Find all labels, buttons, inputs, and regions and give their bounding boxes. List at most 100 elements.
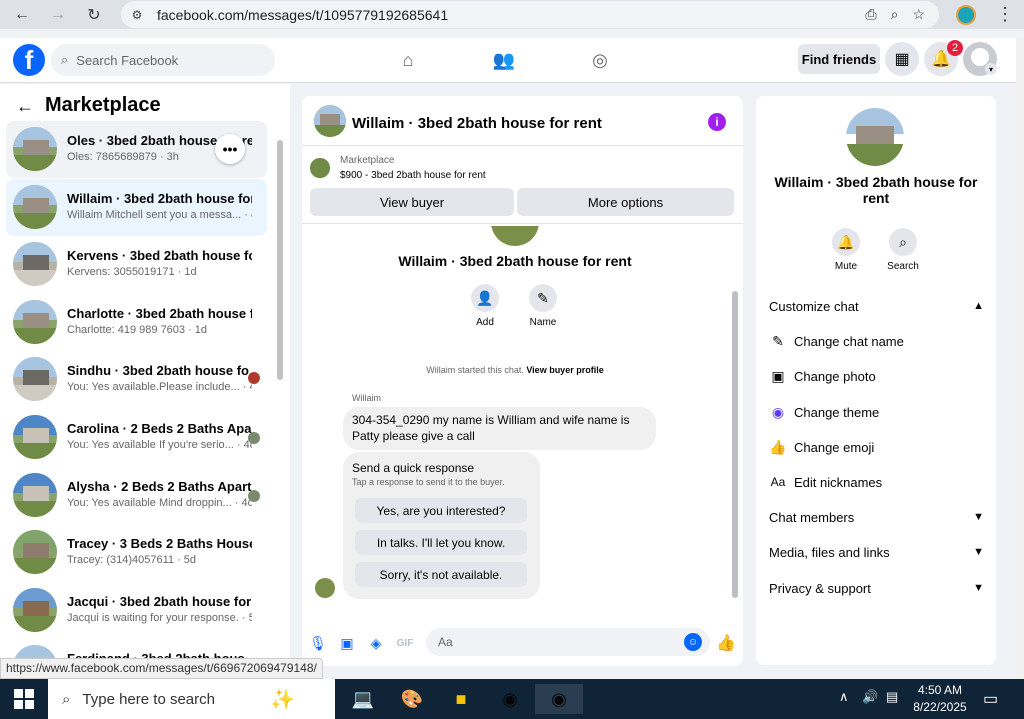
privacy-support-section[interactable]: Privacy & support ▼ bbox=[769, 578, 984, 598]
list-scrollbar[interactable] bbox=[277, 140, 283, 380]
chat-scrollbar[interactable] bbox=[732, 291, 738, 598]
add-person-icon[interactable]: 👤 bbox=[471, 284, 499, 312]
forward-icon[interactable]: → bbox=[47, 4, 69, 26]
facebook-logo-icon[interactable]: f bbox=[13, 44, 45, 76]
clock-time: 4:50 AM bbox=[917, 683, 963, 697]
home-icon[interactable]: ⌂ bbox=[396, 48, 420, 72]
chat-title[interactable]: Willaim · 3bed 2bath house for rent bbox=[352, 115, 602, 132]
change-chat-name-item[interactable]: ✎ Change chat name bbox=[769, 331, 984, 351]
conversation-name: Alysha · 2 Beds 2 Baths Apart... bbox=[67, 479, 252, 494]
conversation-name: Kervens · 3bed 2bath house for ... bbox=[67, 248, 252, 263]
notification-center-icon[interactable]: ▭ bbox=[983, 689, 998, 709]
search-icon: ⌕ bbox=[61, 52, 69, 67]
groups-icon[interactable]: ◎ bbox=[588, 48, 612, 72]
photo-icon[interactable]: ▣ bbox=[338, 634, 356, 652]
pencil-icon[interactable]: ✎ bbox=[529, 284, 557, 312]
computer-app-icon[interactable]: 💻 bbox=[348, 684, 378, 714]
bell-icon[interactable]: 🔔 bbox=[832, 228, 860, 256]
list-item[interactable]: Alysha · 2 Beds 2 Baths Apart... You: Ye… bbox=[6, 467, 267, 524]
chrome-profile-k-icon[interactable]: ◉ bbox=[495, 684, 525, 714]
url-text[interactable]: facebook.com/messages/t/1095779192685641 bbox=[157, 7, 448, 23]
chevron-down-icon: ▼ bbox=[973, 511, 984, 523]
search-icon[interactable]: ⌕ bbox=[889, 228, 917, 256]
change-emoji-item[interactable]: 👍 Change emoji bbox=[769, 437, 984, 457]
listing-thumbnail bbox=[13, 357, 57, 401]
media-files-section[interactable]: Media, files and links ▼ bbox=[769, 542, 984, 562]
list-item[interactable]: Jacqui · 3bed 2bath house for r... Jacqu… bbox=[6, 582, 267, 639]
listing-thumbnail bbox=[13, 588, 57, 632]
menu-grid-icon[interactable]: ▦ bbox=[885, 42, 919, 76]
find-friends-button[interactable]: Find friends bbox=[798, 44, 880, 74]
clock-date: 8/22/2025 bbox=[913, 700, 967, 714]
list-item[interactable]: Carolina · 2 Beds 2 Baths Apa... You: Ye… bbox=[6, 409, 267, 466]
quick-response-title: Send a quick response bbox=[352, 461, 475, 475]
volume-icon[interactable]: 🔊 bbox=[862, 689, 878, 705]
change-photo-item[interactable]: ▣ Change photo bbox=[769, 366, 984, 386]
message-input[interactable]: Aa bbox=[426, 628, 710, 656]
sticker-icon[interactable]: ◈ bbox=[367, 634, 385, 652]
paint-app-icon[interactable]: 🎨 bbox=[397, 684, 427, 714]
page-scrollbar[interactable] bbox=[1016, 38, 1024, 679]
site-info-icon[interactable]: ⚙ bbox=[129, 7, 145, 23]
mute-label: Mute bbox=[834, 261, 858, 272]
microphone-icon[interactable]: 🎙 bbox=[309, 634, 327, 652]
chevron-up-icon[interactable]: ∧ bbox=[839, 689, 849, 705]
list-item[interactable]: Charlotte · 3bed 2bath house fo... Charl… bbox=[6, 294, 267, 351]
listing-title[interactable]: $900 - 3bed 2bath house for rent bbox=[340, 170, 486, 181]
view-buyer-profile-link[interactable]: View buyer profile bbox=[526, 365, 603, 375]
search-input[interactable]: ⌕ Search Facebook bbox=[51, 44, 275, 76]
edit-nicknames-item[interactable]: Aa Edit nicknames bbox=[769, 472, 984, 492]
list-item[interactable]: Kervens · 3bed 2bath house for ... Kerve… bbox=[6, 236, 267, 293]
conversation-preview: Jacqui is waiting for your response. · 5… bbox=[67, 612, 252, 624]
list-item[interactable]: Tracey · 3 Beds 2 Baths House Tracey: (3… bbox=[6, 524, 267, 581]
chevron-down-icon: ▼ bbox=[973, 546, 984, 558]
thumbs-up-icon[interactable]: 👍 bbox=[716, 634, 736, 652]
quick-response-card: Send a quick response Tap a response to … bbox=[343, 452, 540, 599]
windows-start-icon[interactable] bbox=[14, 689, 34, 709]
taskbar-search-input[interactable]: ⌕ Type here to search ✨ bbox=[48, 679, 335, 719]
add-label: Add bbox=[476, 317, 494, 328]
reload-icon[interactable]: ↻ bbox=[83, 4, 105, 26]
customize-chat-section[interactable]: Customize chat ▲ bbox=[769, 296, 984, 316]
chevron-down-icon[interactable]: ▾ bbox=[985, 63, 997, 75]
back-icon[interactable]: ← bbox=[11, 4, 33, 26]
quick-reply-button[interactable]: Sorry, it's not available. bbox=[355, 562, 527, 587]
install-icon[interactable]: ⎙ bbox=[865, 6, 876, 23]
list-item[interactable]: Oles · 3bed 2bath house for rent Oles: 7… bbox=[6, 121, 267, 178]
gif-icon[interactable]: GIF bbox=[396, 634, 414, 652]
facebook-header: f ⌕ Search Facebook ⌂ 👥 ◎ Find friends ▦… bbox=[0, 38, 1016, 83]
conversation-name: Tracey · 3 Beds 2 Baths House bbox=[67, 536, 252, 551]
info-icon[interactable]: i bbox=[708, 113, 726, 131]
back-arrow-icon[interactable]: ← bbox=[16, 96, 34, 117]
change-theme-item[interactable]: ◉ Change theme bbox=[769, 402, 984, 422]
list-item[interactable]: Sindhu · 3bed 2bath house fo... You: Yes… bbox=[6, 351, 267, 408]
chat-members-section[interactable]: Chat members ▼ bbox=[769, 507, 984, 527]
more-options-icon[interactable]: ••• bbox=[215, 134, 245, 164]
zoom-icon[interactable]: ⌕ bbox=[891, 6, 899, 23]
browser-profile-icon[interactable] bbox=[956, 5, 976, 25]
system-clock[interactable]: 4:50 AM 8/22/2025 bbox=[905, 682, 975, 716]
address-bar[interactable]: ⚙ facebook.com/messages/t/10957791926856… bbox=[121, 1, 939, 28]
more-options-button[interactable]: More options bbox=[517, 188, 734, 216]
listing-thumbnail bbox=[13, 473, 57, 517]
quick-reply-button[interactable]: Yes, are you interested? bbox=[355, 498, 527, 523]
link-preview-status: https://www.facebook.com/messages/t/6696… bbox=[0, 658, 323, 679]
composer: 🎙 ▣ ◈ GIF Aa ☺ 👍 bbox=[302, 624, 743, 666]
chat-thumbnail[interactable] bbox=[314, 105, 346, 137]
list-item[interactable]: Willaim · 3bed 2bath house for ... Willa… bbox=[6, 179, 267, 236]
browser-menu-icon[interactable]: ⋮ bbox=[996, 4, 1014, 25]
view-buyer-button[interactable]: View buyer bbox=[310, 188, 514, 216]
chrome-active-icon[interactable]: ◉ bbox=[535, 684, 583, 714]
emoji-icon[interactable]: ☺ bbox=[684, 633, 702, 651]
friends-icon[interactable]: 👥 bbox=[492, 48, 516, 72]
thumbs-up-icon: 👍 bbox=[769, 438, 787, 455]
theme-icon: ◉ bbox=[771, 403, 785, 420]
chat-avatar-large[interactable] bbox=[846, 108, 904, 166]
sticky-notes-icon[interactable]: ■ bbox=[446, 684, 476, 714]
quick-reply-button[interactable]: In talks. I'll let you know. bbox=[355, 530, 527, 555]
photo-icon: ▣ bbox=[771, 367, 785, 384]
bookmark-star-icon[interactable]: ☆ bbox=[912, 6, 925, 23]
pane-title: Marketplace bbox=[45, 94, 161, 116]
network-icon[interactable]: ▤ bbox=[886, 689, 898, 705]
conversation-list-pane: ← Marketplace Oles · 3bed 2bath house fo… bbox=[0, 84, 290, 689]
